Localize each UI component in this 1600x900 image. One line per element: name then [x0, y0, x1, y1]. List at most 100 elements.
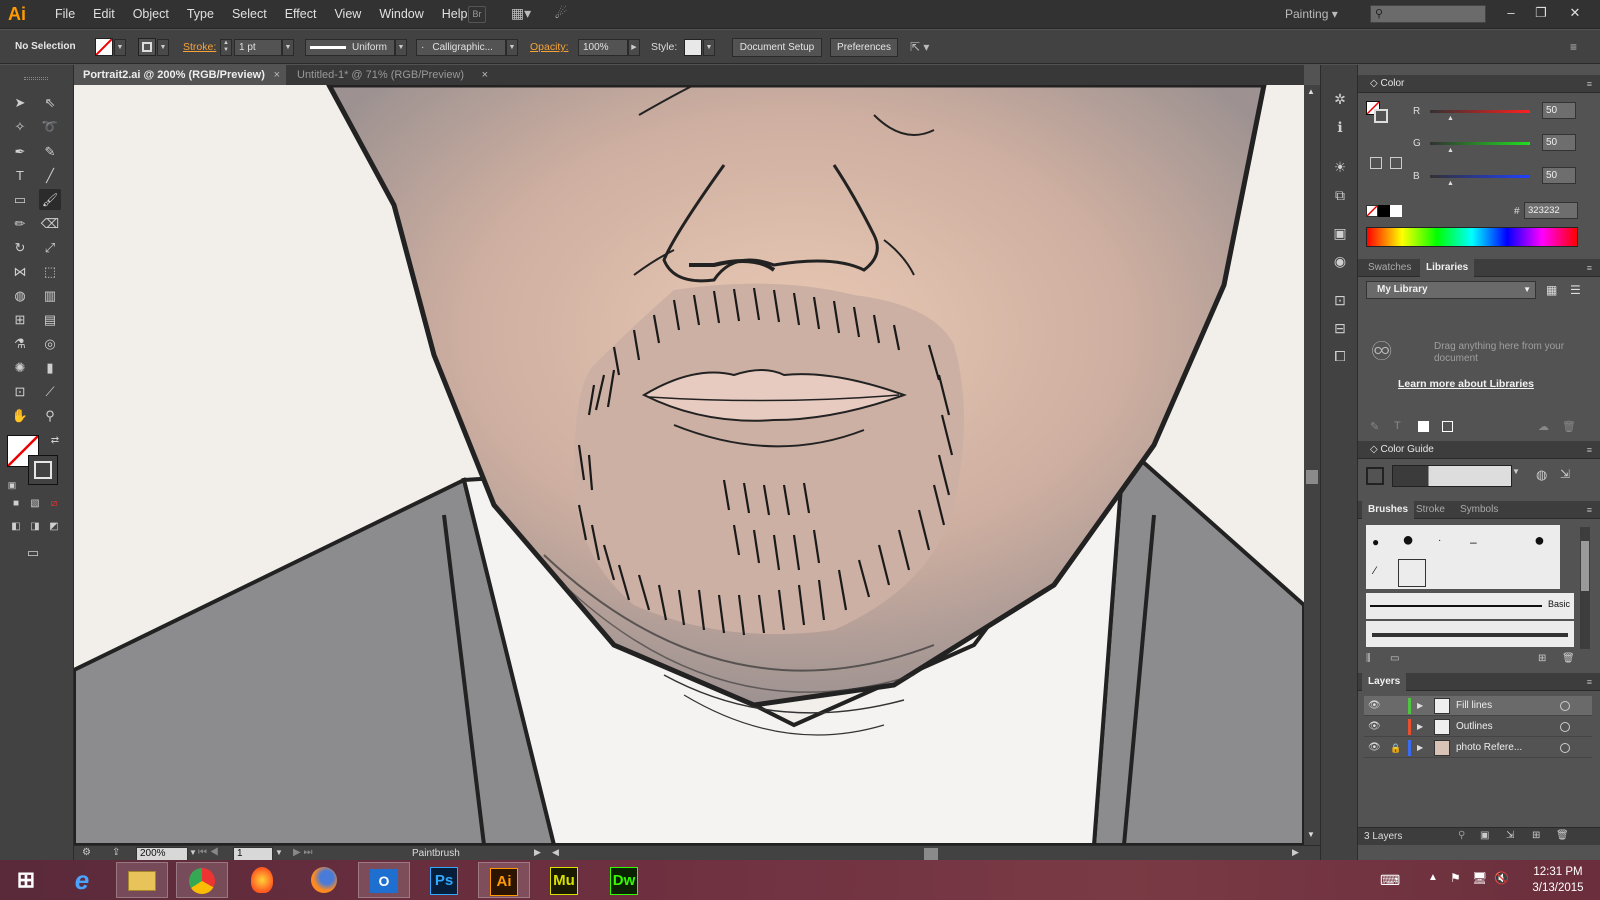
- artboards-icon[interactable]: ⊡: [1330, 290, 1350, 310]
- scroll-up-arrow[interactable]: ▲: [1307, 87, 1315, 96]
- tab-untitled-1[interactable]: Untitled-1* @ 71% (RGB/Preview) ×: [288, 65, 494, 85]
- layer-name[interactable]: photo Refere...: [1456, 738, 1522, 758]
- artboard-dropdown[interactable]: ▼: [275, 848, 283, 857]
- rotate-tool-icon[interactable]: ↻: [9, 237, 31, 258]
- tab-close-icon[interactable]: ×: [274, 65, 280, 85]
- close-button[interactable]: ✕: [1560, 2, 1590, 24]
- brush-dot-bold[interactable]: ●: [1534, 530, 1545, 551]
- lasso-tool-icon[interactable]: ➰: [39, 116, 61, 137]
- keyboard-icon[interactable]: ⌨: [1380, 872, 1400, 889]
- color-guide-header[interactable]: ◇ Color Guide ≡: [1358, 441, 1600, 459]
- restore-button[interactable]: ❐: [1526, 2, 1556, 24]
- tab-swatches[interactable]: Swatches: [1362, 259, 1417, 277]
- panel-menu-icon[interactable]: ≡: [1587, 501, 1592, 519]
- internet-explorer-icon[interactable]: e: [56, 862, 108, 898]
- green-slider[interactable]: [1430, 142, 1530, 145]
- column-graph-tool-icon[interactable]: ▮: [39, 357, 61, 378]
- black-color-chip[interactable]: [1378, 205, 1390, 217]
- opacity-label[interactable]: Opacity:: [530, 38, 569, 56]
- library-add-text-icon[interactable]: T: [1394, 420, 1401, 432]
- new-layer-icon[interactable]: ⊞: [1532, 830, 1540, 841]
- layer-row[interactable]: 👁 🔒 ▶ photo Refere...: [1364, 738, 1592, 758]
- stroke-weight-dropdown[interactable]: ▼: [282, 39, 294, 56]
- selection-tool-icon[interactable]: ➤: [9, 92, 31, 113]
- delete-brush-icon[interactable]: 🗑: [1562, 653, 1575, 664]
- network-icon[interactable]: 🖥: [1472, 871, 1487, 885]
- guide-base-color[interactable]: [1366, 467, 1384, 485]
- eraser-tool-icon[interactable]: ⌫: [39, 213, 61, 234]
- expand-arrow-icon[interactable]: ▶: [1417, 738, 1423, 758]
- scale-tool-icon[interactable]: ⤢: [39, 237, 61, 258]
- library-add-stroke-icon[interactable]: [1442, 421, 1453, 432]
- tab-stroke[interactable]: Stroke: [1410, 501, 1451, 519]
- perspective-grid-tool-icon[interactable]: ▥: [39, 285, 61, 306]
- panel-menu-icon[interactable]: ≡: [1587, 259, 1592, 277]
- brush-calligraphic[interactable]: ‒: [1470, 535, 1477, 549]
- action-center-icon[interactable]: ⚑: [1450, 871, 1461, 885]
- workspace-switcher[interactable]: Painting ▾: [1285, 7, 1338, 21]
- brush-slash[interactable]: ⁄: [1374, 565, 1376, 577]
- artboard-canvas[interactable]: [74, 85, 1304, 845]
- line-tool-icon[interactable]: ╱: [39, 165, 61, 186]
- panel-menu-icon[interactable]: ≡: [1587, 673, 1592, 691]
- library-add-graphic-icon[interactable]: ✎: [1370, 420, 1379, 433]
- stroke-color-box[interactable]: [28, 455, 58, 485]
- pen-tool-icon[interactable]: ✒: [9, 141, 31, 162]
- red-value-field[interactable]: 50: [1542, 102, 1576, 119]
- bridge-button[interactable]: Br: [468, 6, 486, 23]
- vertical-scrollbar[interactable]: ▲ ▼: [1304, 85, 1320, 845]
- visibility-eye-icon[interactable]: 👁: [1368, 696, 1381, 716]
- layer-name[interactable]: Fill lines: [1456, 696, 1492, 716]
- brush-basic-row[interactable]: Basic: [1366, 593, 1574, 619]
- brush-dot-large[interactable]: ●: [1402, 529, 1414, 552]
- control-panel-menu-icon[interactable]: ≡: [1570, 38, 1577, 56]
- white-color-chip[interactable]: [1390, 205, 1402, 217]
- tab-close-icon[interactable]: ×: [482, 65, 488, 85]
- library-select[interactable]: My Library ▼: [1366, 281, 1536, 299]
- color-wheel-icon[interactable]: ◍: [1536, 467, 1547, 483]
- hex-value-field[interactable]: 323232: [1524, 202, 1578, 219]
- rectangle-tool-icon[interactable]: ▭: [9, 189, 31, 210]
- gradient-tool-icon[interactable]: ▤: [39, 309, 61, 330]
- save-color-group-icon[interactable]: ⇲: [1560, 467, 1570, 481]
- gpu-performance-icon[interactable]: ☄: [550, 6, 572, 23]
- mesh-tool-icon[interactable]: ⊞: [9, 309, 31, 330]
- eyedropper-tool-icon[interactable]: ⚗: [9, 333, 31, 354]
- appearance-icon[interactable]: ☀: [1330, 157, 1350, 177]
- green-slider-thumb[interactable]: ▲: [1447, 147, 1454, 154]
- library-sync-icon[interactable]: ☁: [1538, 420, 1549, 433]
- none-mode-icon[interactable]: ⧄: [43, 493, 65, 514]
- menu-object[interactable]: Object: [124, 7, 178, 21]
- brush-selected[interactable]: [1398, 559, 1426, 587]
- list-view-icon[interactable]: ☰: [1570, 283, 1581, 297]
- system-clock[interactable]: 12:31 PM 3/13/2015: [1520, 864, 1596, 896]
- stroke-swatch[interactable]: [138, 38, 156, 56]
- blue-value-field[interactable]: 50: [1542, 167, 1576, 184]
- slice-tool-icon[interactable]: ⟋: [39, 381, 61, 402]
- horizontal-scroll-thumb[interactable]: [924, 848, 938, 860]
- zoom-dropdown[interactable]: ▼: [189, 848, 197, 857]
- arrange-documents-icon[interactable]: ▦▾: [508, 6, 534, 23]
- gradient-panel-icon[interactable]: ▣: [1330, 223, 1350, 243]
- blue-slider-thumb[interactable]: ▲: [1447, 180, 1454, 187]
- layer-row[interactable]: 👁 ▶ Fill lines: [1364, 696, 1592, 716]
- menu-select[interactable]: Select: [223, 7, 276, 21]
- illustrator-icon[interactable]: Ai: [478, 862, 530, 898]
- chrome-icon[interactable]: [176, 862, 228, 898]
- shape-builder-tool-icon[interactable]: ◍: [9, 285, 31, 306]
- layer-target-icon[interactable]: [1560, 743, 1570, 753]
- library-delete-icon[interactable]: 🗑: [1562, 420, 1576, 433]
- library-add-fill-icon[interactable]: [1418, 421, 1429, 432]
- align-icon[interactable]: ⊟: [1330, 318, 1350, 338]
- artboard-number-field[interactable]: 1: [233, 847, 273, 861]
- stroke-label[interactable]: Stroke:: [183, 38, 216, 56]
- visibility-eye-icon[interactable]: 👁: [1368, 738, 1381, 758]
- draw-inside-icon[interactable]: ◩: [43, 516, 65, 537]
- brushes-scroll-thumb[interactable]: [1581, 541, 1589, 591]
- document-setup-button[interactable]: Document Setup: [732, 38, 822, 57]
- firefox-icon[interactable]: [298, 862, 350, 898]
- file-explorer-icon[interactable]: [116, 862, 168, 898]
- profile-dropdown[interactable]: ▼: [395, 39, 407, 56]
- direct-selection-tool-icon[interactable]: ⇖: [39, 92, 61, 113]
- info-icon[interactable]: ℹ: [1330, 117, 1350, 137]
